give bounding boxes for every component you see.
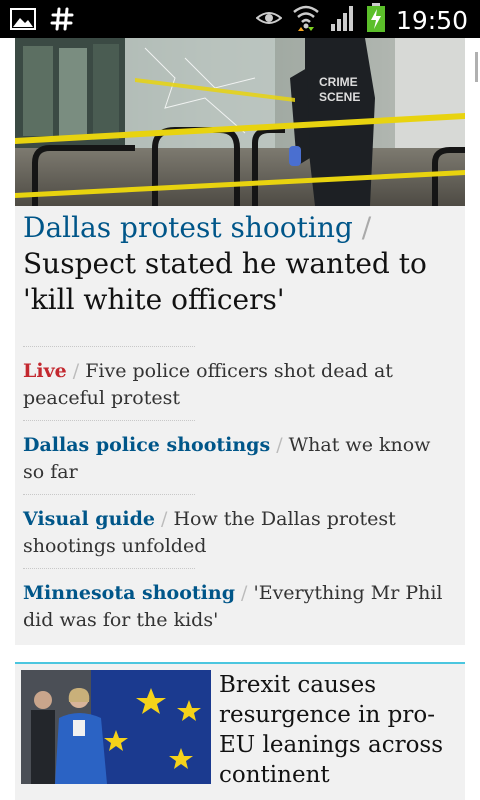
divider — [23, 494, 195, 495]
separator: / — [352, 211, 372, 244]
separator: / — [154, 508, 174, 530]
second-story-card[interactable]: Brexit causes resurgence in pro-EU leani… — [15, 662, 465, 800]
signal-icon — [330, 4, 356, 36]
separator: / — [235, 582, 254, 604]
sublink-kicker: Visual guide — [23, 508, 155, 530]
sublink-kicker: Minnesota shooting — [23, 582, 235, 604]
main-title: Suspect stated he wanted to 'kill white … — [23, 247, 427, 316]
separator: / — [270, 434, 289, 456]
crime-scene-label: CRIME — [319, 75, 358, 89]
sublink-minnesota[interactable]: Minnesota shooting / 'Everything Mr Phil… — [23, 575, 455, 642]
divider — [23, 346, 195, 347]
wifi-icon — [292, 3, 320, 37]
divider — [23, 420, 195, 421]
status-bar: 19:50 — [0, 0, 480, 38]
hashtag-icon — [50, 7, 74, 35]
main-headline[interactable]: Dallas protest shooting / Suspect stated… — [23, 210, 463, 318]
gallery-icon — [10, 8, 36, 34]
eye-icon — [255, 8, 283, 32]
separator: / — [66, 360, 86, 382]
clock: 19:50 — [395, 5, 468, 35]
hero-image[interactable]: CRIME SCENE — [15, 38, 465, 206]
sublink-kicker: Live — [23, 360, 67, 382]
crime-scene-label-2: SCENE — [319, 90, 360, 104]
sublink-visual-guide[interactable]: Visual guide / How the Dallas protest sh… — [23, 501, 455, 568]
sublinks-list: Live / Five police officers shot dead at… — [23, 346, 455, 642]
divider — [23, 568, 195, 569]
brexit-thumbnail[interactable] — [21, 670, 211, 784]
sublink-live[interactable]: Live / Five police officers shot dead at… — [23, 353, 455, 420]
main-kicker: Dallas protest shooting — [23, 211, 353, 244]
second-story-title[interactable]: Brexit causes resurgence in pro-EU leani… — [219, 670, 459, 790]
main-story-card[interactable]: CRIME SCENE Dallas protest shooting / Su… — [15, 38, 465, 645]
sublink-what-we-know[interactable]: Dallas police shootings / What we know s… — [23, 427, 455, 494]
scrollbar-thumb[interactable] — [475, 52, 478, 82]
battery-icon — [366, 3, 386, 37]
sublink-kicker: Dallas police shootings — [23, 434, 271, 456]
